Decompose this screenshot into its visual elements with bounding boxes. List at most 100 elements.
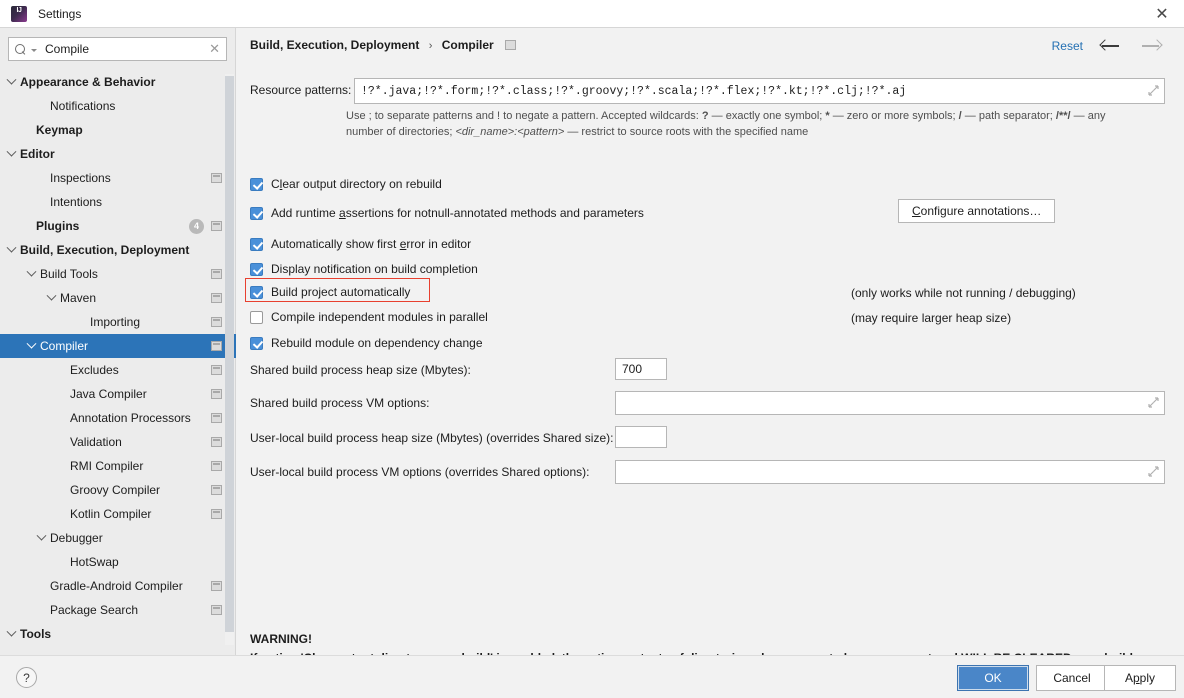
sidebar-item-excludes[interactable]: Excludes <box>0 358 236 382</box>
arrow-left-head <box>1099 39 1110 50</box>
sidebar-item-kotlin-compiler[interactable]: Kotlin Compiler <box>0 502 236 526</box>
search-wrapper: Compile ✕ <box>0 28 235 61</box>
settings-page-icon <box>211 581 222 591</box>
sidebar-item-tools[interactable]: Tools <box>0 622 236 646</box>
field-label: Shared build process VM options: <box>250 396 429 410</box>
sidebar-item-hotswap[interactable]: HotSwap <box>0 550 236 574</box>
sidebar-item-annotation-processors[interactable]: Annotation Processors <box>0 406 236 430</box>
chevron-down-icon[interactable] <box>7 146 17 156</box>
reset-link[interactable]: Reset <box>1052 39 1083 53</box>
expand-icon[interactable] <box>1148 466 1159 477</box>
chevron-down-icon[interactable] <box>27 338 37 348</box>
arrow-left-icon[interactable] <box>1100 38 1122 54</box>
sidebar-item-keymap[interactable]: Keymap <box>0 118 236 142</box>
main-panel: Build, Execution, Deployment › Compiler … <box>237 28 1184 655</box>
apply-mnemonic: p <box>1133 671 1140 685</box>
chevron-down-icon[interactable] <box>27 266 37 276</box>
sidebar-item-rmi-compiler[interactable]: RMI Compiler <box>0 454 236 478</box>
sidebar-item-label: Build Tools <box>40 267 98 281</box>
apply-label-post: ply <box>1140 671 1155 685</box>
cancel-button[interactable]: Cancel <box>1036 665 1108 691</box>
apply-button[interactable]: Apply <box>1104 665 1176 691</box>
chevron-down-icon[interactable] <box>31 49 37 52</box>
settings-page-icon <box>211 461 222 471</box>
checkbox-indicator[interactable] <box>250 311 263 324</box>
chevron-down-icon[interactable] <box>47 290 57 300</box>
field-input-heap[interactable]: 700 <box>615 358 667 380</box>
sidebar-item-validation[interactable]: Validation <box>0 430 236 454</box>
sidebar-item-label: Plugins <box>36 219 79 233</box>
help-button[interactable]: ? <box>16 667 37 688</box>
field-input-vm[interactable] <box>615 391 1165 415</box>
configure-annotations-button[interactable]: Configure annotations… <box>898 199 1055 223</box>
sidebar-item-gradle-android-compiler[interactable]: Gradle-Android Compiler <box>0 574 236 598</box>
sidebar-item-inspections[interactable]: Inspections <box>0 166 236 190</box>
checkbox-indicator[interactable] <box>250 238 263 251</box>
settings-page-icon <box>211 341 222 351</box>
checkbox-indicator[interactable] <box>250 286 263 299</box>
field-input-uheap[interactable] <box>615 426 667 448</box>
sidebar-item-plugins[interactable]: Plugins4 <box>0 214 236 238</box>
checkbox-build-project-automatically[interactable]: Build project automatically <box>250 282 410 302</box>
sidebar-item-label: Groovy Compiler <box>70 483 160 497</box>
field-input-uvm[interactable] <box>615 460 1165 484</box>
sidebar-item-debugger[interactable]: Debugger <box>0 526 236 550</box>
search-icon <box>15 43 28 56</box>
ok-button[interactable]: OK <box>957 665 1029 691</box>
clear-icon[interactable]: ✕ <box>205 41 220 57</box>
checkbox-display-notification-on-build[interactable]: Display notification on build completion <box>250 259 478 279</box>
settings-page-icon <box>211 365 222 375</box>
field-value: 700 <box>622 362 642 376</box>
sidebar-item-editor[interactable]: Editor <box>0 142 236 166</box>
sidebar-item-java-compiler[interactable]: Java Compiler <box>0 382 236 406</box>
sidebar-item-compiler[interactable]: Compiler <box>0 334 236 358</box>
settings-page-icon <box>211 485 222 495</box>
checkbox-side-note: (may require larger heap size) <box>851 311 1011 325</box>
label-post: rror in editor <box>406 237 471 251</box>
sidebar-item-label: Annotation Processors <box>70 411 191 425</box>
settings-page-icon <box>211 605 222 615</box>
sidebar-item-label: Gradle-Android Compiler <box>50 579 183 593</box>
chevron-down-icon[interactable] <box>7 242 17 252</box>
settings-page-icon <box>211 437 222 447</box>
breadcrumb-leaf[interactable]: Compiler <box>442 38 494 52</box>
arrow-right-icon[interactable] <box>1140 38 1162 54</box>
checkbox-add-runtime-assertions-for[interactable]: Add runtime assertions for notnull-annot… <box>250 203 644 223</box>
sidebar-item-package-search[interactable]: Package Search <box>0 598 236 622</box>
sidebar-item-label: Appearance & Behavior <box>20 75 155 89</box>
sidebar-item-notifications[interactable]: Notifications <box>0 94 236 118</box>
checkbox-compile-independent-modules-in[interactable]: Compile independent modules in parallel <box>250 307 488 327</box>
sidebar-item-label: Tools <box>20 627 51 641</box>
chevron-down-icon[interactable] <box>37 530 47 540</box>
checkbox-clear-output-directory-on[interactable]: Clear output directory on rebuild <box>250 174 442 194</box>
settings-page-icon <box>211 509 222 519</box>
sidebar-item-intentions[interactable]: Intentions <box>0 190 236 214</box>
sidebar-item-maven[interactable]: Maven <box>0 286 236 310</box>
expand-icon[interactable] <box>1148 85 1159 96</box>
expand-icon[interactable] <box>1148 397 1159 408</box>
checkbox-automatically-show-first-error[interactable]: Automatically show first error in editor <box>250 234 471 254</box>
sidebar-item-groovy-compiler[interactable]: Groovy Compiler <box>0 478 236 502</box>
checkbox-rebuild-module-on-dependency[interactable]: Rebuild module on dependency change <box>250 333 483 353</box>
sidebar-item-build-tools[interactable]: Build Tools <box>0 262 236 286</box>
breadcrumb-root[interactable]: Build, Execution, Deployment <box>250 38 419 52</box>
checkbox-indicator[interactable] <box>250 178 263 191</box>
checkbox-label: Compile independent modules in parallel <box>271 310 488 324</box>
sidebar-item-importing[interactable]: Importing <box>0 310 236 334</box>
chevron-down-icon[interactable] <box>7 74 17 84</box>
sidebar-item-label: Debugger <box>50 531 103 545</box>
sidebar-item-label: Keymap <box>36 123 83 137</box>
checkbox-indicator[interactable] <box>250 263 263 276</box>
dialog-footer: ? OK Cancel Apply <box>0 655 1184 698</box>
search-input[interactable]: Compile ✕ <box>8 37 227 61</box>
sidebar-item-label: Notifications <box>50 99 115 113</box>
checkbox-indicator[interactable] <box>250 337 263 350</box>
sidebar-item-build-execution-deployment[interactable]: Build, Execution, Deployment <box>0 238 236 262</box>
close-icon[interactable]: ✕ <box>1140 0 1184 28</box>
sidebar-item-appearance-behavior[interactable]: Appearance & Behavior <box>0 70 236 94</box>
search-value: Compile <box>42 42 205 56</box>
checkbox-indicator[interactable] <box>250 207 263 220</box>
sidebar-scrollbar-thumb[interactable] <box>225 76 234 632</box>
resource-patterns-input[interactable]: !?*.java;!?*.form;!?*.class;!?*.groovy;!… <box>354 78 1165 104</box>
chevron-down-icon[interactable] <box>7 626 17 636</box>
